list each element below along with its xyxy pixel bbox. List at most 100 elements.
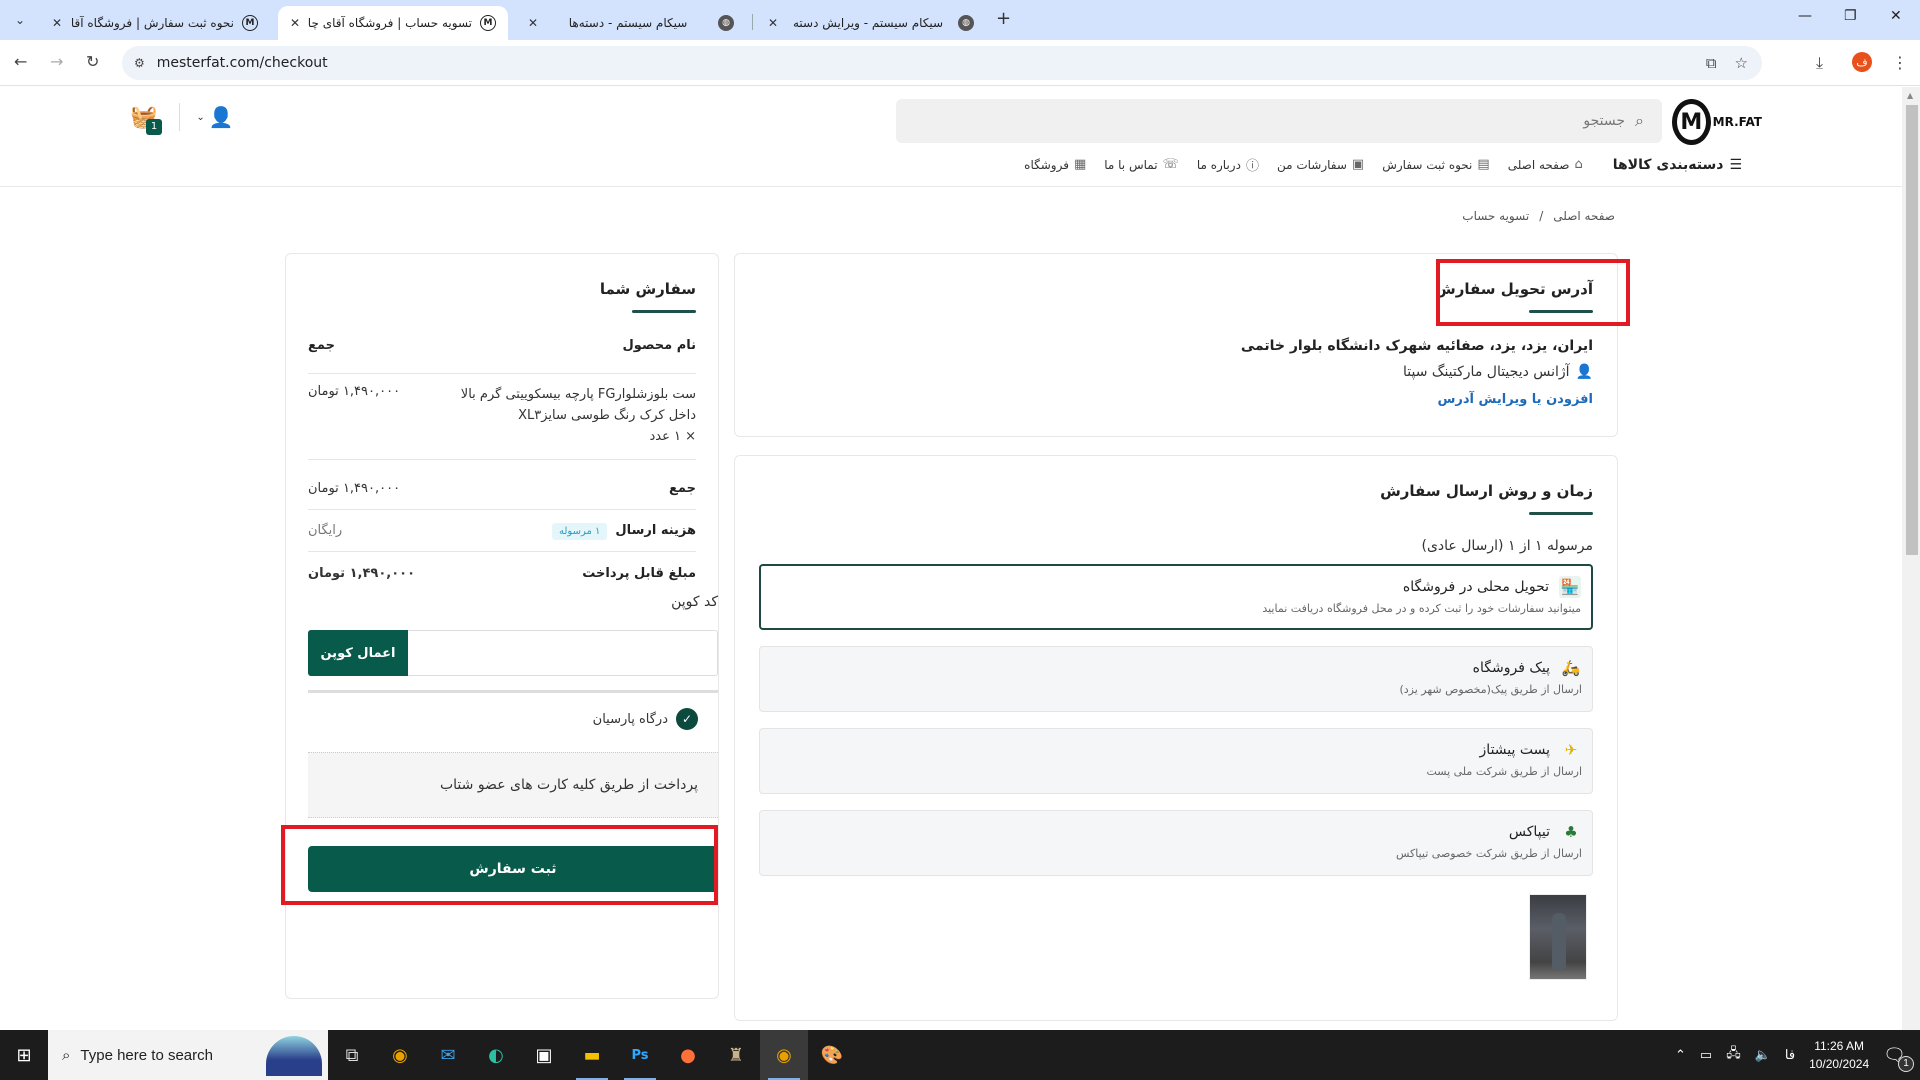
address-bar[interactable]: ⚙ mesterfat.com/checkout ⧉ ☆ (122, 46, 1762, 80)
nav-item-about[interactable]: ⓘ درباره ما (1197, 155, 1259, 175)
box-icon: ▣ (1351, 157, 1365, 172)
page-scrollbar[interactable]: ▲ (1902, 87, 1920, 1030)
reload-icon[interactable]: ↻ (86, 52, 99, 71)
windows-start-icon[interactable]: ⊞ (0, 1030, 48, 1080)
volume-icon[interactable]: 🔈 (1755, 1047, 1771, 1063)
shipping-cost-row: هزینه ارسال۱ مرسوله رایگان (308, 510, 696, 552)
shipping-option-store-pickup[interactable]: 🏪 تحویل محلی در فروشگاه میتوانید سفارشات … (759, 564, 1593, 630)
firefox-icon[interactable]: ● (664, 1030, 712, 1080)
main-nav: ☰ دسته‌بندی کالاها ⌂ صفحه اصلی ▤ نحوه ثبت … (1024, 155, 1742, 175)
browser-toolbar: ← → ↻ ⚙ mesterfat.com/checkout ⧉ ☆ ⤓ ف ⋮ (0, 40, 1920, 86)
file-explorer-icon[interactable]: ▬ (568, 1030, 616, 1080)
item-price: ۱,۴۹۰,۰۰۰ تومان (308, 384, 401, 399)
tipax-icon: ♣ (1564, 823, 1578, 841)
bookmark-star-icon[interactable]: ☆ (1735, 54, 1748, 72)
site-logo[interactable]: M MR.FAT (1672, 93, 1762, 151)
language-indicator[interactable]: فا (1785, 1047, 1795, 1063)
photoshop-icon[interactable]: Ps (616, 1030, 664, 1080)
mrfat-logo-icon: M (1672, 99, 1711, 145)
payment-gateway-option[interactable]: ✓ درگاه پارسیان (593, 708, 698, 730)
chrome-active-icon[interactable]: ◉ (760, 1030, 808, 1080)
item-name: ست بلوزشلوارFG پارچه بیسکوییتی گرم بالا … (460, 387, 696, 423)
edge-icon[interactable]: ◐ (472, 1030, 520, 1080)
system-tray: ⌃ ▭ 🖧 🔈 فا 11:26 AM 10/20/2024 🗨 1 (1675, 1030, 1920, 1080)
mail-icon[interactable]: ✉ (424, 1030, 472, 1080)
browser-tab[interactable]: M نحوه ثبت سفارش | فروشگاه آقای ✕ (40, 6, 270, 40)
url-text[interactable]: mesterfat.com/checkout (157, 55, 328, 71)
site-header: M MR.FAT ⌕ جستجو 🧺 1 ⌄ 👤 ☰ دسته‌بندی کال… (0, 87, 1902, 187)
close-tab-icon[interactable]: ✕ (768, 16, 778, 30)
coupon-label: کد کوپن (671, 594, 718, 610)
forward-icon[interactable]: → (50, 52, 63, 71)
breadcrumb-home[interactable]: صفحه اصلی (1553, 209, 1615, 223)
item-qty: × ۱ عدد (649, 429, 696, 444)
shipping-method-card: زمان و روش ارسال سفارش مرسوله ۱ از ۱ (ار… (734, 455, 1618, 1021)
parcel-count-badge: ۱ مرسوله (552, 523, 608, 540)
search-placeholder: جستجو (1583, 113, 1626, 129)
restore-icon[interactable]: ❐ (1844, 8, 1857, 24)
nav-item-contact[interactable]: ☏ تماس با ما (1104, 157, 1179, 172)
search-icon: ⌕ (1635, 111, 1644, 130)
checkout-page: M MR.FAT ⌕ جستجو 🧺 1 ⌄ 👤 ☰ دسته‌بندی کال… (0, 87, 1902, 1030)
breadcrumb-current: تسویه حساب (1462, 209, 1530, 223)
shipping-option-courier[interactable]: 🛵 پیک فروشگاه ارسال از طریق پیک(مخصوص شهر… (759, 646, 1593, 712)
cart-button[interactable]: 🧺 1 (130, 105, 162, 135)
back-icon[interactable]: ← (14, 52, 27, 71)
breadcrumb-separator: / (1539, 209, 1544, 223)
section-title: سفارش شما (599, 280, 696, 298)
show-hidden-icons[interactable]: ⌃ (1675, 1047, 1686, 1063)
tab-search-dropdown[interactable]: ⌄ (8, 8, 32, 32)
highlight-box (1436, 259, 1630, 326)
taskbar-search[interactable]: ⌕ Type here to search (48, 1030, 328, 1080)
download-icon[interactable]: ⤓ (1816, 53, 1823, 73)
globe-icon: ◍ (958, 15, 974, 31)
account-menu[interactable]: ⌄ 👤 (196, 105, 233, 129)
network-icon[interactable]: 🖧 (1726, 1044, 1741, 1066)
edit-address-link[interactable]: افزودن یا ویرایش آدرس (1437, 392, 1593, 407)
nav-item-home[interactable]: ⌂ صفحه اصلی (1508, 157, 1583, 172)
search-input[interactable]: ⌕ جستجو (896, 99, 1662, 143)
nav-item-my-orders[interactable]: ▣ سفارشات من (1277, 157, 1364, 172)
app-icon[interactable]: ♜ (712, 1030, 760, 1080)
notification-icon[interactable]: 🗨 1 (1883, 1045, 1914, 1072)
task-view-icon[interactable]: ⧉ (328, 1030, 376, 1080)
browser-tab[interactable]: ◍ سیکام سیستم - دسته‌ها ✕ (516, 6, 746, 40)
shipping-option-post[interactable]: ✈ پست پیشتاز ارسال از طریق شرکت ملی پست (759, 728, 1593, 794)
product-thumbnail[interactable] (1529, 894, 1587, 980)
browser-tab[interactable]: ◍ سیکام سیستم - ویرایش دسته ✕ (756, 6, 986, 40)
paint-icon[interactable]: 🎨 (808, 1030, 856, 1080)
globe-icon: ◍ (718, 15, 734, 31)
browser-tab-active[interactable]: M تسویه حساب | فروشگاه آقای چاق ✕ (278, 6, 508, 40)
browser-tab-bar: ⌄ M نحوه ثبت سفارش | فروشگاه آقای ✕ M تس… (0, 0, 1920, 40)
mrfat-logo-icon: M (480, 15, 496, 31)
check-circle-icon: ✓ (676, 708, 698, 730)
scrollbar-thumb[interactable] (1906, 105, 1918, 555)
new-tab-button[interactable]: + (996, 8, 1011, 29)
chevron-down-icon: ⌄ (196, 111, 205, 123)
site-settings-icon[interactable]: ⚙ (134, 56, 145, 70)
menu-kebab-icon[interactable]: ⋮ (1892, 53, 1908, 72)
hamburger-icon: ☰ (1729, 156, 1742, 173)
close-tab-icon[interactable]: ✕ (290, 16, 300, 30)
store-icon[interactable]: ▣ (520, 1030, 568, 1080)
coupon-input[interactable]: اعمال کوپن (308, 630, 718, 676)
meet-now-icon[interactable]: ▭ (1700, 1047, 1712, 1063)
nav-categories[interactable]: ☰ دسته‌بندی کالاها (1613, 157, 1742, 173)
clock[interactable]: 11:26 AM 10/20/2024 (1809, 1037, 1869, 1073)
info-icon: ⓘ (1245, 159, 1259, 174)
close-tab-icon[interactable]: ✕ (528, 16, 538, 30)
scroll-up-icon[interactable]: ▲ (1907, 91, 1913, 100)
profile-avatar[interactable]: ف (1852, 52, 1872, 72)
close-tab-icon[interactable]: ✕ (52, 16, 62, 30)
nav-item-store[interactable]: ▦ فروشگاه (1024, 157, 1086, 172)
translate-icon[interactable]: ⧉ (1706, 54, 1717, 72)
apply-coupon-button[interactable]: اعمال کوپن (308, 630, 408, 676)
store-icon: ▦ (1073, 157, 1087, 172)
payable-row: مبلغ قابل پرداخت ۱,۴۹۰,۰۰۰ تومان (308, 565, 696, 581)
close-window-icon[interactable]: ✕ (1890, 8, 1902, 24)
shipping-option-tipax[interactable]: ♣ تیپاکس ارسال از طریق شرکت خصوصی تیپاکس (759, 810, 1593, 876)
search-highlight-art (266, 1036, 322, 1076)
nav-item-how-to-order[interactable]: ▤ نحوه ثبت سفارش (1382, 157, 1489, 172)
minimize-icon[interactable]: — (1798, 8, 1812, 24)
chrome-icon[interactable]: ◉ (376, 1030, 424, 1080)
